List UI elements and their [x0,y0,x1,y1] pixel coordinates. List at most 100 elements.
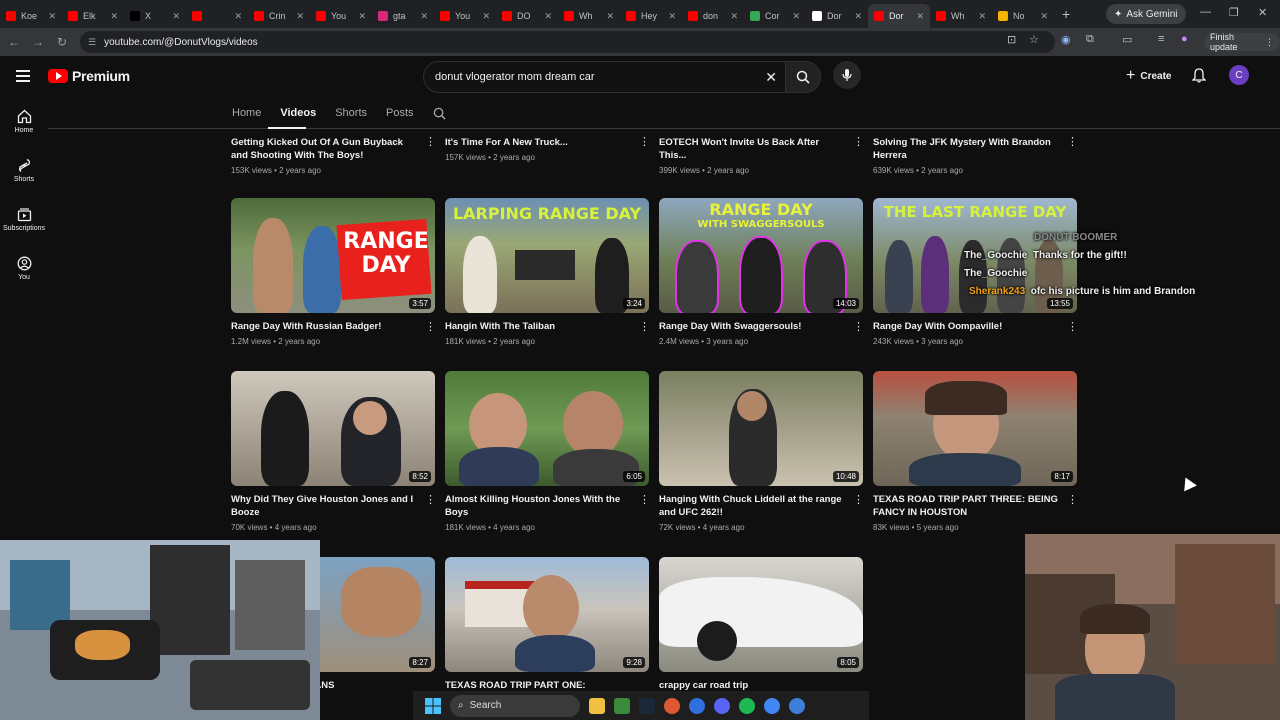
browser-icon[interactable] [764,697,780,714]
guide-item-home[interactable]: Home [0,109,48,134]
video-title[interactable]: Hangin With The Taliban [445,320,630,333]
more-actions-icon[interactable]: ⋮ [1067,137,1078,148]
tab-close-icon[interactable]: ✕ [110,11,118,22]
video-title[interactable]: Getting Kicked Out Of A Gun Buyback and … [231,136,416,162]
browser-tab[interactable]: ✕ [186,4,248,28]
video-title[interactable]: crappy car road trip [659,679,844,691]
video-thumbnail[interactable]: 6:05 [445,371,649,486]
tab-posts[interactable]: Posts [386,107,414,119]
tab-close-icon[interactable]: ✕ [234,11,242,22]
video-title[interactable]: Hanging With Chuck Liddell at the range … [659,493,844,519]
more-actions-icon[interactable]: ⋮ [1067,322,1078,333]
tab-close-icon[interactable]: ✕ [482,11,490,22]
tab-close-icon[interactable]: ✕ [916,11,924,22]
windows-start-icon[interactable] [425,697,441,714]
search-input[interactable]: donut vlogerator mom dream car ✕ [423,61,785,93]
browser-tab[interactable]: Dor ✕ [806,4,868,28]
tab-close-icon[interactable]: ✕ [172,11,180,22]
video-title[interactable]: Range Day With Swaggersouls! [659,320,844,333]
video-thumbnail[interactable]: 8:05 [659,557,863,672]
steam-icon[interactable] [639,697,655,714]
back-icon[interactable]: ← [2,35,26,49]
video-thumbnail[interactable]: LARPING RANGE DAY 3:24 [445,198,649,313]
video-title[interactable]: Solving The JFK Mystery With Brandon Her… [873,136,1058,162]
more-actions-icon[interactable]: ⋮ [639,322,650,333]
minimize-icon[interactable]: — [1200,6,1211,18]
browser-tab[interactable]: don ✕ [682,4,744,28]
guide-item-you[interactable]: You [0,256,48,281]
account-avatar[interactable]: C [1229,65,1249,85]
url-bar[interactable]: ☰ youtube.com/@DonutVlogs/videos [80,31,1055,53]
video-title[interactable]: TEXAS ROAD TRIP PART THREE: BEING FANCY … [873,493,1058,519]
browser-tab[interactable]: X ✕ [124,4,186,28]
tab-close-icon[interactable]: ✕ [544,11,552,22]
tab-close-icon[interactable]: ✕ [730,11,738,22]
forward-icon[interactable]: → [26,35,50,49]
create-button[interactable]: + Create [1120,62,1177,90]
video-card[interactable]: 8:52 Why Did They Give Houston Jones and… [231,371,436,532]
tab-close-icon[interactable]: ✕ [854,11,862,22]
video-thumbnail[interactable]: RANGE DAY 3:57 [231,198,435,313]
voice-search-button[interactable] [833,61,861,89]
video-card[interactable]: 9:28 TEXAS ROAD TRIP PART ONE: Spaghetti [445,557,649,691]
browser-tab[interactable]: Koe ✕ [0,4,62,28]
taskbar-search[interactable]: ⌕ Search [450,694,580,717]
browser-tab[interactable]: Crin ✕ [248,4,310,28]
browser-tab[interactable]: Elk ✕ [62,4,124,28]
more-actions-icon[interactable]: ⋮ [425,137,436,148]
maximize-icon[interactable]: ❐ [1229,6,1239,19]
video-card[interactable]: LARPING RANGE DAY 3:24 Hangin With The T… [445,198,650,346]
close-window-icon[interactable]: ✕ [1258,6,1267,19]
app-icon[interactable] [614,697,630,714]
more-actions-icon[interactable]: ⋮ [639,495,650,506]
video-thumbnail[interactable]: 9:28 [445,557,649,672]
profile-icon[interactable]: ● [1181,33,1188,45]
browser-tab[interactable]: Wh ✕ [930,4,992,28]
tab-close-icon[interactable]: ✕ [606,11,614,22]
clear-search-icon[interactable]: ✕ [765,69,777,86]
video-card[interactable]: 10:48 Hanging With Chuck Liddell at the … [659,371,864,532]
video-thumbnail[interactable]: 8:52 [231,371,435,486]
tab-videos[interactable]: Videos [280,107,316,119]
discord-icon[interactable] [714,697,730,714]
video-thumbnail[interactable]: 10:48 [659,371,863,486]
video-thumbnail[interactable]: 8:17 [873,371,1077,486]
sidebar-icon[interactable]: ▭ [1122,33,1132,46]
video-card[interactable]: 6:05 Almost Killing Houston Jones With t… [445,371,650,532]
reload-icon[interactable]: ↻ [50,35,74,49]
video-title[interactable]: Range Day With Oompaville! [873,320,1058,333]
finish-update-button[interactable]: Finish update ⋮ [1204,32,1280,52]
tab-close-icon[interactable]: ✕ [1040,11,1048,22]
more-actions-icon[interactable]: ⋮ [425,495,436,506]
reading-list-icon[interactable]: ≡ [1158,33,1164,45]
video-card[interactable]: 8:05 crappy car road trip [659,557,863,691]
app-icon[interactable] [789,697,805,714]
video-title[interactable]: Why Did They Give Houston Jones and I Bo… [231,493,416,519]
more-actions-icon[interactable]: ⋮ [853,322,864,333]
browser-tab[interactable]: Hey ✕ [620,4,682,28]
browser-tab[interactable]: gta ✕ [372,4,434,28]
browser-tab[interactable]: Dor ✕ [868,4,930,28]
browser-tab[interactable]: DO ✕ [496,4,558,28]
ask-gemini-button[interactable]: ✦ Ask Gemini [1106,4,1186,24]
video-card[interactable]: Getting Kicked Out Of A Gun Buyback and … [231,129,436,176]
video-title[interactable]: Almost Killing Houston Jones With the Bo… [445,493,630,519]
tab-close-icon[interactable]: ✕ [668,11,676,22]
youtube-logo[interactable]: Premium [48,68,130,84]
browser-tab[interactable]: You ✕ [434,4,496,28]
tab-close-icon[interactable]: ✕ [358,11,366,22]
browser-tab[interactable]: You ✕ [310,4,372,28]
file-explorer-icon[interactable] [589,697,605,714]
video-title[interactable]: It's Time For A New Truck... [445,136,630,149]
tab-close-icon[interactable]: ✕ [420,11,428,22]
more-actions-icon[interactable]: ⋮ [1067,495,1078,506]
channel-search-icon[interactable] [433,107,446,120]
browser-tab[interactable]: Cor ✕ [744,4,806,28]
tab-shorts[interactable]: Shorts [335,107,367,119]
install-icon[interactable]: ⊡ [1007,33,1016,46]
video-card[interactable]: 8:17 TEXAS ROAD TRIP PART THREE: BEING F… [873,371,1078,532]
guide-item-subscriptions[interactable]: Subscriptions [0,207,48,232]
browser-tab[interactable]: Wh ✕ [558,4,620,28]
tab-close-icon[interactable]: ✕ [48,11,56,22]
video-card[interactable]: Solving The JFK Mystery With Brandon Her… [873,129,1078,176]
